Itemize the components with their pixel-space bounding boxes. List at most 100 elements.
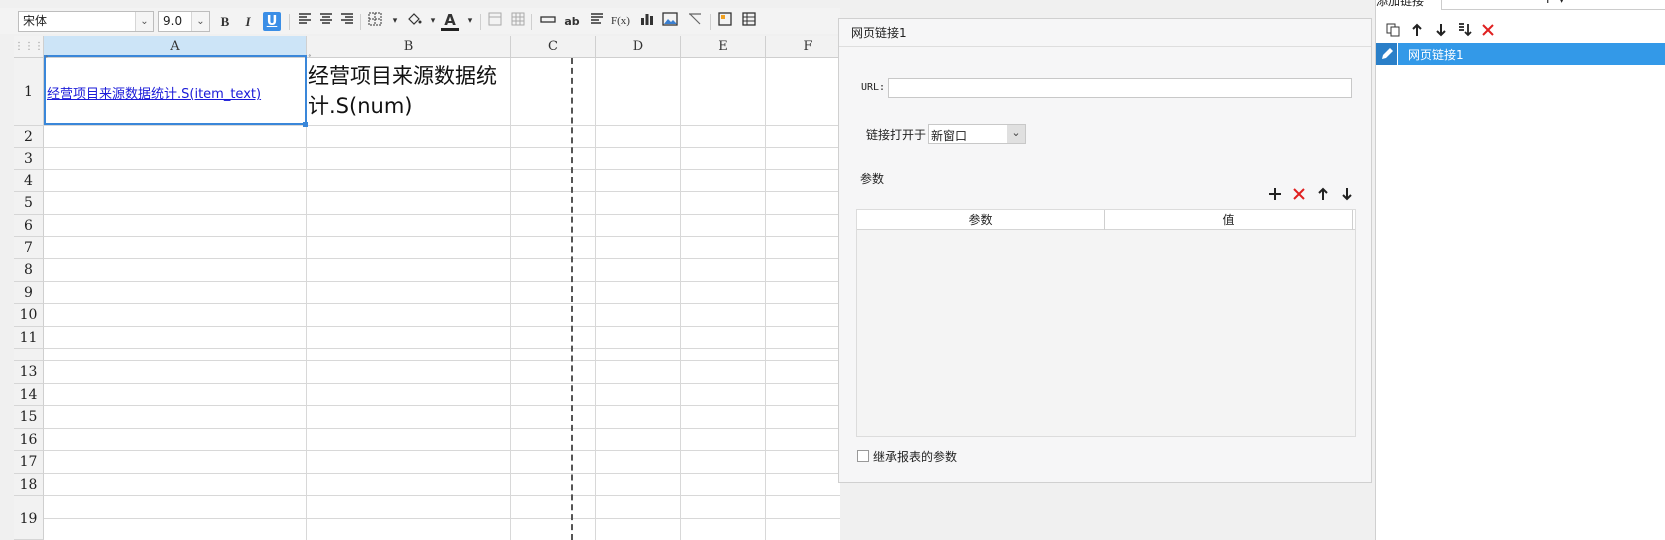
row-header-4[interactable]: 4 [14,170,44,192]
slash-diagonal-icon[interactable] [686,12,704,31]
cell-a1[interactable]: 经营项目来源数据统计.S(item_text) [44,55,307,125]
link-list-item-label: 网页链接1 [1408,48,1464,62]
chevron-down-icon[interactable]: ⌄ [1007,125,1025,143]
dialog-title: 网页链接1 [839,19,1371,47]
move-up-icon[interactable] [1315,186,1331,202]
row-header-15[interactable]: 15 [14,406,44,429]
row-header-13[interactable]: 13 [14,361,44,384]
link-list-panel: 添加链接 + ▾ 网页链接1 [1375,0,1665,540]
font-size-select[interactable]: 9.0 ⌄ [158,11,210,32]
row-header-2[interactable]: 2 [14,126,44,148]
italic-button[interactable]: I [239,12,257,31]
hyperlink-dialog: 网页链接1 URL: 链接打开于 新窗口 ⌄ 参数 参数 值 继承报表的参数 [838,18,1372,483]
underline-button[interactable]: U [263,12,281,31]
align-center-icon[interactable] [317,12,335,31]
row-header-9[interactable]: 9 [14,282,44,304]
border-icon[interactable] [367,12,385,31]
merge-cells-icon[interactable] [486,12,504,31]
open-in-select[interactable]: 新窗口 ⌄ [928,124,1026,144]
grid-line [765,58,766,540]
grid-line [44,281,840,282]
params-label: 参数 [860,172,885,186]
params-table: 参数 值 [856,209,1356,437]
move-bottom-icon[interactable] [1456,22,1474,38]
table-grid-icon[interactable] [740,12,758,31]
fill-color-icon[interactable] [405,12,423,31]
grid-line [44,383,840,384]
grid-line [44,495,840,496]
row-header-8[interactable]: 8 [14,259,44,282]
row-header-3[interactable]: 3 [14,148,44,170]
formula-button[interactable]: F(x) [611,12,630,31]
toolbar-divider [289,14,290,30]
grid-line [44,169,840,170]
grid-line [510,58,511,540]
align-right-icon[interactable] [338,12,356,31]
cell-attribute-icon[interactable] [716,12,734,31]
font-name-value: 宋体 [23,14,48,28]
font-name-select[interactable]: 宋体 ⌄ [18,11,154,32]
chevron-down-icon[interactable]: ⌄ [191,12,209,31]
grid-line [44,326,840,327]
row-header-11[interactable]: 11 [14,327,44,349]
cell-a1-link-text[interactable]: 经营项目来源数据统计.S(item_text) [47,87,261,102]
add-link-button[interactable]: + ▾ [1441,0,1665,10]
format-toolbar: 宋体 ⌄ 9.0 ⌄ B I U ▾ ▾ A ▾ ab F(x) [0,8,840,34]
column-header-c[interactable]: C [511,36,596,58]
grid-line [44,191,840,192]
bar-chart-icon[interactable] [638,12,656,31]
row-header-18[interactable]: 18 [14,474,44,496]
url-input[interactable] [888,78,1352,98]
row-header-1[interactable]: 1 [14,58,44,126]
grid-line [44,147,840,148]
delete-icon[interactable] [1291,186,1307,202]
column-header-param[interactable]: 参数 [857,210,1105,230]
text-align-icon[interactable] [588,12,606,31]
inherit-params-label: 继承报表的参数 [873,450,958,464]
link-list-item[interactable]: 网页链接1 [1376,43,1665,65]
spreadsheet-grid[interactable]: ⋮⋮⋮ A B C D E F 1 2 3 4 5 6 7 8 9 10 11 … [14,36,840,540]
grid-line [44,303,840,304]
copy-icon[interactable] [1385,22,1401,38]
column-header-d[interactable]: D [596,36,681,58]
grid-line [44,450,840,451]
row-header-6[interactable]: 6 [14,215,44,237]
chevron-down-icon[interactable]: ⌄ [135,12,153,31]
chevron-down-icon[interactable]: ▾ [424,12,442,31]
row-header-7[interactable]: 7 [14,237,44,259]
column-header-value[interactable]: 值 [1105,210,1353,230]
grid-line [44,405,840,406]
chevron-down-icon[interactable]: ▾ [386,12,404,31]
row-header-10[interactable]: 10 [14,304,44,327]
wrap-text-button[interactable]: ab [563,12,581,31]
font-color-button[interactable]: A [441,12,459,31]
row-header-12-hidden [14,349,44,361]
cell-b1-text: 经营项目来源数据统计.S(num) [308,64,497,118]
cell-b1[interactable]: 经营项目来源数据统计.S(num) [308,61,510,123]
row-header-17[interactable]: 17 [14,451,44,474]
image-icon[interactable] [661,12,679,31]
move-down-icon[interactable] [1433,22,1449,38]
inherit-params-checkbox[interactable] [857,450,869,462]
grid-line [44,348,840,349]
bold-button[interactable]: B [216,12,234,31]
column-header-b[interactable]: B [307,36,511,58]
row-header-5[interactable]: 5 [14,192,44,215]
move-up-icon[interactable] [1409,22,1425,38]
split-cells-icon[interactable] [509,12,527,31]
row-header-16[interactable]: 16 [14,429,44,451]
row-header-14[interactable]: 14 [14,384,44,406]
toolbar-divider [360,14,361,30]
column-header-f[interactable]: F [766,36,840,58]
chevron-down-icon[interactable]: ▾ [461,12,479,31]
toolbar-divider [531,14,532,30]
delete-icon[interactable] [1480,22,1496,38]
select-all-corner[interactable]: ⋮⋮⋮ [14,36,44,58]
add-icon[interactable] [1267,186,1283,202]
move-down-icon[interactable] [1339,186,1355,202]
text-field-icon[interactable] [539,12,557,31]
url-label: URL: [861,82,886,93]
row-header-19[interactable]: 19 [14,496,44,540]
align-left-icon[interactable] [296,12,314,31]
column-header-e[interactable]: E [681,36,766,58]
